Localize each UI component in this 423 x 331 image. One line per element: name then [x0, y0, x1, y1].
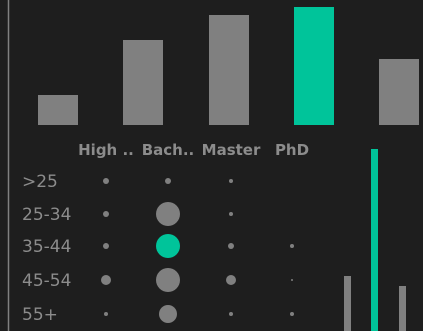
dot-r1-c0	[103, 211, 109, 217]
top-bar-series	[38, 7, 419, 125]
dot-r0-c1	[165, 178, 171, 184]
row-labels: >25 25-34 35-44 45-54 55+	[22, 172, 71, 325]
dot-r2-c1	[156, 234, 180, 258]
top-bar-1	[123, 40, 163, 125]
dot-r4-c2	[229, 312, 233, 316]
top-bar-0	[38, 95, 78, 125]
column-header-3: PhD	[275, 141, 309, 159]
column-header-2: Master	[202, 141, 261, 159]
dot-r4-c1	[159, 305, 177, 323]
dot-r1-c1	[156, 202, 180, 226]
dot-r0-c0	[103, 178, 109, 184]
dot-r2-c0	[103, 243, 109, 249]
row-label-2: 35-44	[22, 237, 71, 257]
side-bar-1	[371, 149, 378, 331]
dot-matrix	[101, 178, 294, 323]
dot-r2-c3	[290, 244, 294, 248]
side-bar-2	[399, 286, 406, 331]
row-label-1: 25-34	[22, 205, 71, 225]
dot-r3-c2	[226, 275, 236, 285]
dot-r0-c2	[229, 179, 233, 183]
dot-r4-c0	[104, 312, 108, 316]
column-headers: High .. Bach.. Master PhD	[78, 141, 309, 159]
top-bar-3	[294, 7, 334, 125]
top-bar-2	[209, 15, 249, 125]
chart: High .. Bach.. Master PhD >25 25-34 35-44 45-5…	[0, 0, 423, 331]
row-label-4: 55+	[22, 305, 58, 325]
dot-r3-c1	[156, 268, 180, 292]
side-bar-series	[344, 149, 406, 331]
dot-r4-c3	[290, 312, 294, 316]
dot-r1-c2	[229, 212, 233, 216]
chart-svg: High .. Bach.. Master PhD >25 25-34 35-44 45-5…	[7, 0, 419, 331]
column-header-1: Bach..	[142, 141, 195, 159]
row-label-3: 45-54	[22, 271, 71, 291]
dot-r3-c3	[291, 279, 293, 281]
dot-r2-c2	[228, 243, 234, 249]
side-bar-0	[344, 276, 351, 331]
top-bar-4	[379, 59, 419, 125]
row-label-0: >25	[22, 172, 58, 192]
dot-r3-c0	[101, 275, 111, 285]
column-header-0: High ..	[78, 141, 134, 159]
